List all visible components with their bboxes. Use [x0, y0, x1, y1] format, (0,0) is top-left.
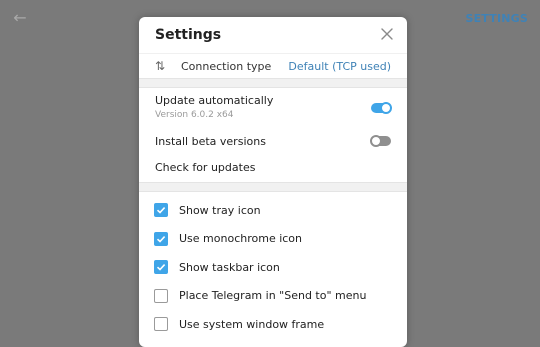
- system-window-frame-row[interactable]: Use system window frame: [139, 310, 407, 339]
- section-divider: [139, 78, 407, 88]
- install-beta-label: Install beta versions: [155, 134, 266, 148]
- modal-title: Settings: [155, 27, 222, 43]
- show-tray-icon-label: Show tray icon: [179, 203, 261, 217]
- update-automatically-row[interactable]: Update automatically Version 6.0.2 x64: [139, 88, 407, 128]
- connection-type-value[interactable]: Default (TCP used): [288, 60, 391, 73]
- checkmark-icon: [156, 207, 166, 214]
- toggle-knob: [380, 102, 392, 114]
- connection-type-row[interactable]: ⇅ Connection type Default (TCP used): [139, 54, 407, 78]
- show-taskbar-icon-label: Show taskbar icon: [179, 260, 280, 274]
- show-taskbar-icon-row[interactable]: Show taskbar icon: [139, 253, 407, 282]
- system-window-frame-checkbox[interactable]: [154, 317, 168, 332]
- close-icon[interactable]: [379, 26, 395, 42]
- use-monochrome-icon-checkbox[interactable]: [154, 231, 168, 246]
- back-arrow-icon[interactable]: ←: [10, 8, 30, 28]
- install-beta-row[interactable]: Install beta versions: [139, 128, 407, 154]
- install-beta-toggle[interactable]: [370, 135, 391, 147]
- show-tray-icon-checkbox[interactable]: [154, 203, 168, 218]
- use-monochrome-icon-label: Use monochrome icon: [179, 232, 303, 246]
- system-window-frame-label: Use system window frame: [179, 317, 325, 331]
- use-monochrome-icon-row[interactable]: Use monochrome icon: [139, 225, 407, 254]
- settings-link[interactable]: SETTINGS: [465, 12, 528, 25]
- send-to-menu-label: Place Telegram in "Send to" menu: [179, 289, 367, 303]
- settings-modal: Settings ⇅ Connection type Default (TCP …: [139, 17, 407, 347]
- update-automatically-toggle[interactable]: [371, 102, 392, 114]
- tray-section: Show tray icon Use monochrome icon Show …: [139, 192, 407, 339]
- update-section: Update automatically Version 6.0.2 x64 I…: [139, 88, 407, 180]
- show-tray-icon-row[interactable]: Show tray icon: [139, 196, 407, 225]
- send-to-menu-checkbox[interactable]: [154, 288, 168, 303]
- checkmark-icon: [156, 264, 166, 271]
- sort-arrows-icon: ⇅: [155, 59, 166, 73]
- version-label: Version 6.0.2 x64: [155, 110, 234, 120]
- toggle-knob: [370, 135, 382, 147]
- update-automatically-label: Update automatically: [155, 94, 274, 107]
- check-for-updates-row[interactable]: Check for updates: [139, 154, 407, 180]
- send-to-menu-row[interactable]: Place Telegram in "Send to" menu: [139, 282, 407, 311]
- checkmark-icon: [156, 235, 166, 243]
- connection-type-label: Connection type: [181, 59, 272, 73]
- section-divider: [139, 182, 407, 192]
- modal-header: Settings: [139, 17, 407, 54]
- check-for-updates-label[interactable]: Check for updates: [155, 161, 255, 174]
- show-taskbar-icon-checkbox[interactable]: [154, 260, 168, 275]
